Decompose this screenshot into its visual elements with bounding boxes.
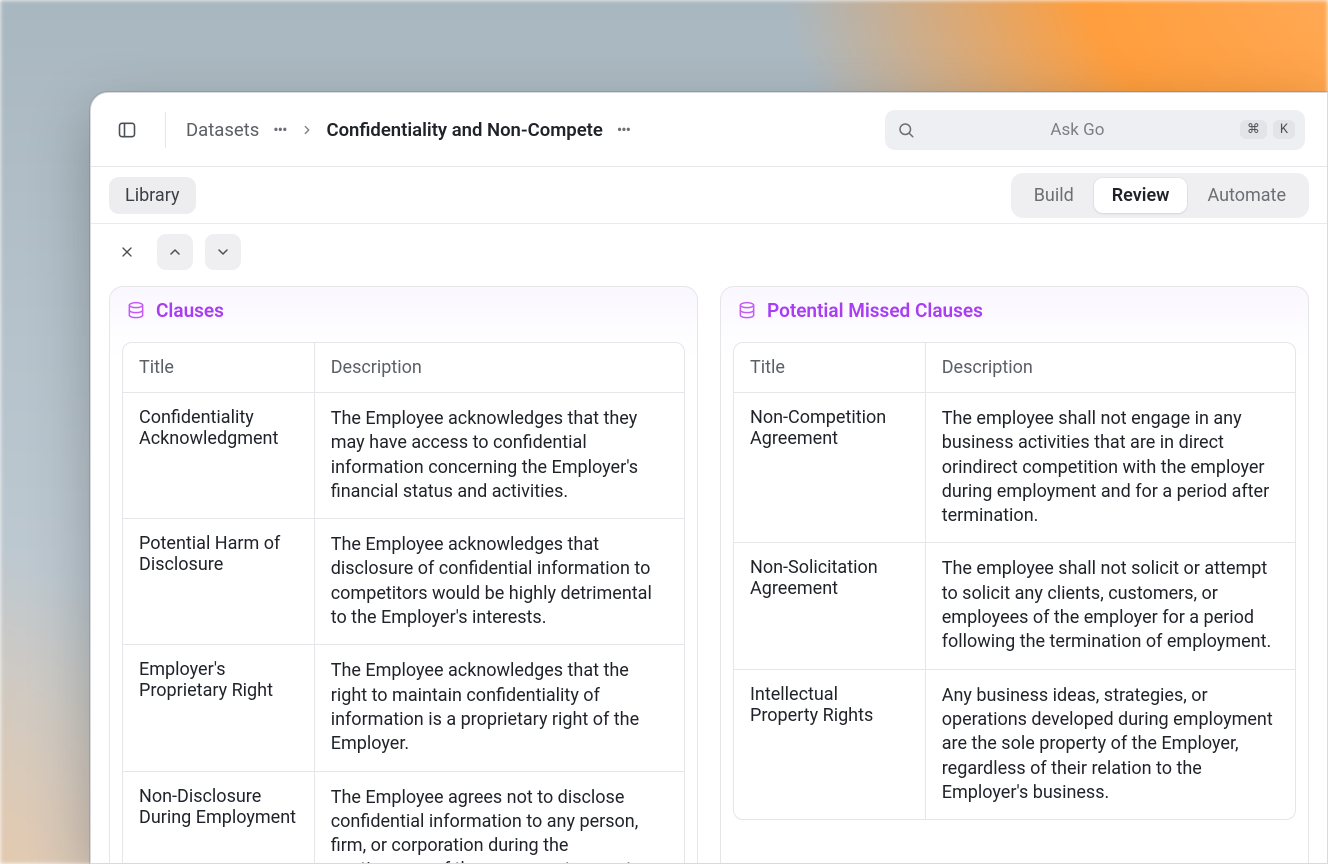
table-row[interactable]: Non-Disclosure During EmploymentThe Empl… — [123, 771, 684, 864]
clauses-col-description: Description — [314, 343, 684, 392]
panel-clauses: Clauses Title Description Confidentialit… — [109, 286, 698, 864]
tab-review[interactable]: Review — [1094, 178, 1188, 213]
table-row[interactable]: Intellectual Property RightsAny business… — [734, 669, 1295, 819]
row-title: Intellectual Property Rights — [734, 670, 925, 819]
row-description: Any business ideas, strategies, or opera… — [925, 670, 1295, 819]
table-row[interactable]: Non-Competition AgreementThe employee sh… — [734, 393, 1295, 542]
missed-table: Title Description Non-Competition Agreem… — [733, 342, 1296, 820]
row-title: Confidentiality Acknowledgment — [123, 393, 314, 518]
row-description: The Employee agrees not to disclose conf… — [314, 772, 684, 864]
chevron-right-icon — [300, 123, 314, 137]
titlebar-separator — [165, 112, 166, 148]
table-row[interactable]: Confidentiality AcknowledgmentThe Employ… — [123, 393, 684, 518]
row-description: The Employee acknowledges that disclosur… — [314, 519, 684, 644]
tab-build[interactable]: Build — [1016, 178, 1092, 213]
row-title: Employer's Proprietary Right — [123, 645, 314, 770]
panel-clauses-header: Clauses — [110, 287, 697, 332]
next-button[interactable] — [205, 234, 241, 270]
row-title: Potential Harm of Disclosure — [123, 519, 314, 644]
mode-segmented-control: Build Review Automate — [1011, 173, 1309, 218]
chevron-up-icon — [167, 244, 183, 260]
prev-button[interactable] — [157, 234, 193, 270]
breadcrumb-root-menu[interactable]: ••• — [271, 122, 288, 138]
clauses-table: Title Description Confidentiality Acknow… — [122, 342, 685, 864]
row-title: Non-Competition Agreement — [734, 393, 925, 542]
row-title: Non-Disclosure During Employment — [123, 772, 314, 864]
missed-col-description: Description — [925, 343, 1295, 392]
table-row[interactable]: Employer's Proprietary RightThe Employee… — [123, 644, 684, 770]
panel-toolbar — [91, 224, 1327, 270]
close-button[interactable] — [109, 234, 145, 270]
database-icon — [737, 301, 757, 321]
library-button[interactable]: Library — [109, 177, 196, 214]
content-area: Clauses Title Description Confidentialit… — [91, 270, 1327, 864]
close-icon — [119, 244, 135, 260]
database-icon — [126, 301, 146, 321]
sidebar-icon — [117, 120, 137, 140]
clauses-tbody: Confidentiality AcknowledgmentThe Employ… — [123, 393, 684, 864]
search-placeholder: Ask Go — [927, 120, 1228, 140]
kbd-cmd: ⌘ — [1240, 120, 1267, 139]
titlebar: Datasets ••• Confidentiality and Non-Com… — [91, 93, 1327, 167]
chevron-down-icon — [215, 244, 231, 260]
row-description: The Employee acknowledges that they may … — [314, 393, 684, 518]
panel-clauses-title: Clauses — [156, 299, 224, 322]
breadcrumb: Datasets ••• Confidentiality and Non-Com… — [186, 119, 632, 141]
missed-tbody: Non-Competition AgreementThe employee sh… — [734, 393, 1295, 819]
breadcrumb-root[interactable]: Datasets — [186, 119, 259, 141]
row-description: The employee shall not solicit or attemp… — [925, 543, 1295, 668]
kbd-k: K — [1273, 120, 1295, 139]
panel-missed-header: Potential Missed Clauses — [721, 287, 1308, 332]
table-row[interactable]: Non-Solicitation AgreementThe employee s… — [734, 542, 1295, 668]
breadcrumb-current[interactable]: Confidentiality and Non-Compete — [326, 119, 602, 141]
search-input[interactable]: Ask Go ⌘ K — [885, 110, 1305, 150]
subheader: Library Build Review Automate — [91, 167, 1327, 224]
row-description: The Employee acknowledges that the right… — [314, 645, 684, 770]
missed-col-title: Title — [734, 343, 925, 392]
search-shortcut: ⌘ K — [1240, 120, 1295, 139]
search-icon — [897, 121, 915, 139]
panel-missed-clauses: Potential Missed Clauses Title Descripti… — [720, 286, 1309, 864]
app-window: Datasets ••• Confidentiality and Non-Com… — [90, 92, 1328, 864]
breadcrumb-current-menu[interactable]: ••• — [615, 122, 632, 138]
panel-missed-title: Potential Missed Clauses — [767, 299, 983, 322]
table-row[interactable]: Potential Harm of DisclosureThe Employee… — [123, 518, 684, 644]
tab-automate[interactable]: Automate — [1189, 178, 1304, 213]
row-title: Non-Solicitation Agreement — [734, 543, 925, 668]
sidebar-toggle-button[interactable] — [109, 112, 145, 148]
clauses-col-title: Title — [123, 343, 314, 392]
row-description: The employee shall not engage in any bus… — [925, 393, 1295, 542]
